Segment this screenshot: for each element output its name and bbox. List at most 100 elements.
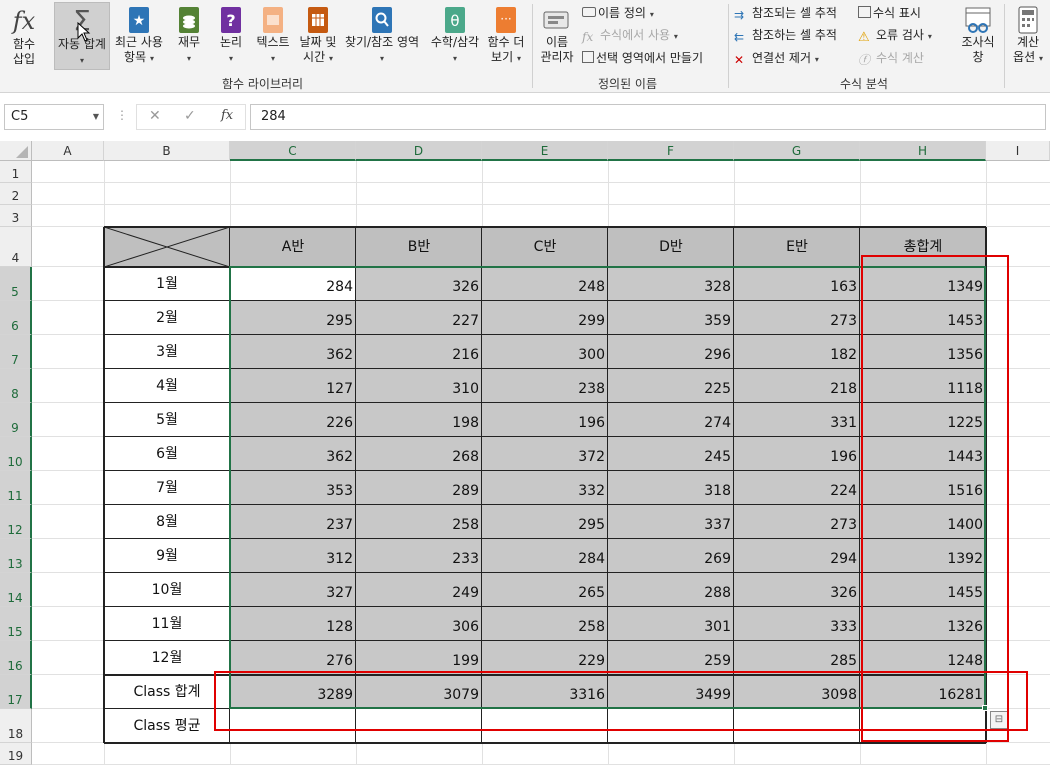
- row-header-4[interactable]: 4: [0, 227, 32, 267]
- trace-precedents-button[interactable]: ⇉ 참조되는 셀 추적: [734, 4, 837, 22]
- row-header-8[interactable]: 8: [0, 369, 32, 403]
- evaluate-formula-button[interactable]: ⓕ 수식 계산: [858, 49, 924, 67]
- row-label[interactable]: 10월: [104, 573, 230, 607]
- use-in-formula-button[interactable]: fx 수식에서 사용 ▾: [582, 26, 678, 44]
- row-header-16[interactable]: 16: [0, 641, 32, 675]
- show-formulas-button[interactable]: 수식 표시: [858, 4, 921, 22]
- insert-function-button[interactable]: fx 함수 삽입: [4, 6, 44, 67]
- error-checking-button[interactable]: ⚠ 오류 검사 ▾: [858, 26, 932, 45]
- trace-dependents-button[interactable]: ⇇ 참조하는 셀 추적: [734, 26, 837, 44]
- column-header-g[interactable]: G: [734, 141, 860, 161]
- chevron-down-icon: ▾: [379, 54, 384, 63]
- row-header-13[interactable]: 13: [0, 539, 32, 573]
- row-label[interactable]: 9월: [104, 539, 230, 573]
- chevron-down-icon: ▾: [1038, 54, 1043, 63]
- row-header-15[interactable]: 15: [0, 607, 32, 641]
- table-column-header[interactable]: C반: [482, 227, 608, 267]
- trace-precedents-icon: ⇉: [734, 8, 745, 22]
- chevron-down-icon: ▾: [649, 10, 654, 19]
- row-header-1[interactable]: 1: [0, 161, 32, 183]
- worksheet-grid[interactable]: ABCDEFGHI 1 2 3 4 5 6 7 8 9 10 11 12 13 14 15 16 17 18 19 …: [0, 141, 1050, 774]
- row-label[interactable]: 4월: [104, 369, 230, 403]
- row-header-12[interactable]: 12: [0, 505, 32, 539]
- create-from-selection-button[interactable]: 선택 영역에서 만들기: [582, 49, 703, 67]
- row-header-6[interactable]: 6: [0, 301, 32, 335]
- more-functions-button[interactable]: ··· 함수 더 보기 ▾: [484, 6, 528, 66]
- grid-select-icon: [582, 51, 594, 63]
- row-header-5[interactable]: 5: [0, 267, 32, 301]
- remove-arrows-button[interactable]: ✕ 연결선 제거 ▾: [734, 49, 819, 67]
- ribbon: fx 함수 삽입 Σ 자동 합계 ▾ ★ 최근 사용 항목 ▾ 재무 ▾ ? 논…: [0, 0, 1050, 93]
- watch-window-button[interactable]: 조사식 창: [956, 6, 1000, 65]
- row-label[interactable]: Class 평균: [104, 709, 230, 743]
- row-label[interactable]: 2월: [104, 301, 230, 335]
- insert-function-icon[interactable]: fx: [221, 108, 233, 123]
- row-label[interactable]: 7월: [104, 471, 230, 505]
- enter-check-icon[interactable]: ✓: [184, 108, 196, 124]
- question-book-icon: ?: [221, 7, 241, 33]
- logical-button[interactable]: ? 논리 ▾: [214, 6, 248, 66]
- row-label[interactable]: 1월: [104, 267, 230, 301]
- financial-book-icon: [179, 7, 199, 33]
- row-header-18[interactable]: 18: [0, 709, 32, 743]
- date-time-button[interactable]: 날짜 및 시간 ▾: [296, 6, 340, 66]
- define-name-button[interactable]: 이름 정의 ▾: [582, 4, 654, 22]
- calculation-options-button[interactable]: 계산 옵션 ▾: [1008, 6, 1048, 66]
- column-header-d[interactable]: D: [356, 141, 482, 161]
- row-header-19[interactable]: 19: [0, 743, 32, 765]
- math-trig-button[interactable]: θ 수학/삼각 ▾: [426, 6, 484, 66]
- recently-used-button[interactable]: ★ 최근 사용 항목 ▾: [112, 6, 166, 66]
- column-header-e[interactable]: E: [482, 141, 608, 161]
- chevron-down-icon: ▾: [79, 56, 84, 65]
- text-button[interactable]: 텍스트 ▾: [252, 6, 294, 66]
- trace-dependents-icon: ⇇: [734, 30, 745, 44]
- diagonal-cross-header: [104, 227, 230, 267]
- star-book-icon: ★: [129, 7, 149, 33]
- name-manager-icon: [543, 11, 569, 29]
- select-all-corner[interactable]: [0, 141, 32, 161]
- chevron-down-icon[interactable]: ▼: [93, 105, 99, 129]
- row-header-11[interactable]: 11: [0, 471, 32, 505]
- row-label[interactable]: 6월: [104, 437, 230, 471]
- name-manager-button[interactable]: 이름 관리자: [536, 6, 578, 65]
- more-book-icon: ···: [496, 7, 516, 33]
- svg-text:★: ★: [133, 13, 146, 29]
- row-header-3[interactable]: 3: [0, 205, 32, 227]
- financial-button[interactable]: 재무 ▾: [172, 6, 206, 66]
- table-column-header[interactable]: B반: [356, 227, 482, 267]
- row-header-2[interactable]: 2: [0, 183, 32, 205]
- row-label[interactable]: 12월: [104, 641, 230, 675]
- mouse-cursor-icon: [77, 22, 91, 42]
- row-header-14[interactable]: 14: [0, 573, 32, 607]
- formula-input[interactable]: 284: [250, 104, 1046, 130]
- red-highlight-total-column: [861, 255, 1009, 742]
- column-header-c[interactable]: C: [230, 141, 356, 161]
- show-formulas-icon: [858, 6, 871, 18]
- lookup-reference-button[interactable]: 찾기/참조 영역 ▾: [340, 6, 424, 66]
- row-header-9[interactable]: 9: [0, 403, 32, 437]
- column-header-i[interactable]: I: [986, 141, 1050, 161]
- column-header-h[interactable]: H: [860, 141, 986, 161]
- column-header-b[interactable]: B: [104, 141, 230, 161]
- gridline: [32, 182, 1050, 183]
- table-column-header[interactable]: E반: [734, 227, 860, 267]
- row-header-10[interactable]: 10: [0, 437, 32, 471]
- name-box[interactable]: C5 ▼: [4, 104, 104, 130]
- column-header-a[interactable]: A: [32, 141, 104, 161]
- svg-text:θ: θ: [450, 12, 459, 30]
- chevron-down-icon: ▾: [814, 55, 819, 64]
- chevron-down-icon: ▾: [927, 32, 932, 41]
- row-label[interactable]: 5월: [104, 403, 230, 437]
- column-header-f[interactable]: F: [608, 141, 734, 161]
- row-label[interactable]: Class 합계: [104, 675, 230, 709]
- cancel-icon[interactable]: ✕: [149, 108, 161, 124]
- row-header-17[interactable]: 17: [0, 675, 32, 709]
- fx-small-icon: fx: [582, 30, 594, 44]
- row-label[interactable]: 8월: [104, 505, 230, 539]
- row-header-7[interactable]: 7: [0, 335, 32, 369]
- table-column-header[interactable]: A반: [230, 227, 356, 267]
- table-border: [103, 227, 105, 743]
- table-column-header[interactable]: D반: [608, 227, 734, 267]
- row-label[interactable]: 11월: [104, 607, 230, 641]
- row-label[interactable]: 3월: [104, 335, 230, 369]
